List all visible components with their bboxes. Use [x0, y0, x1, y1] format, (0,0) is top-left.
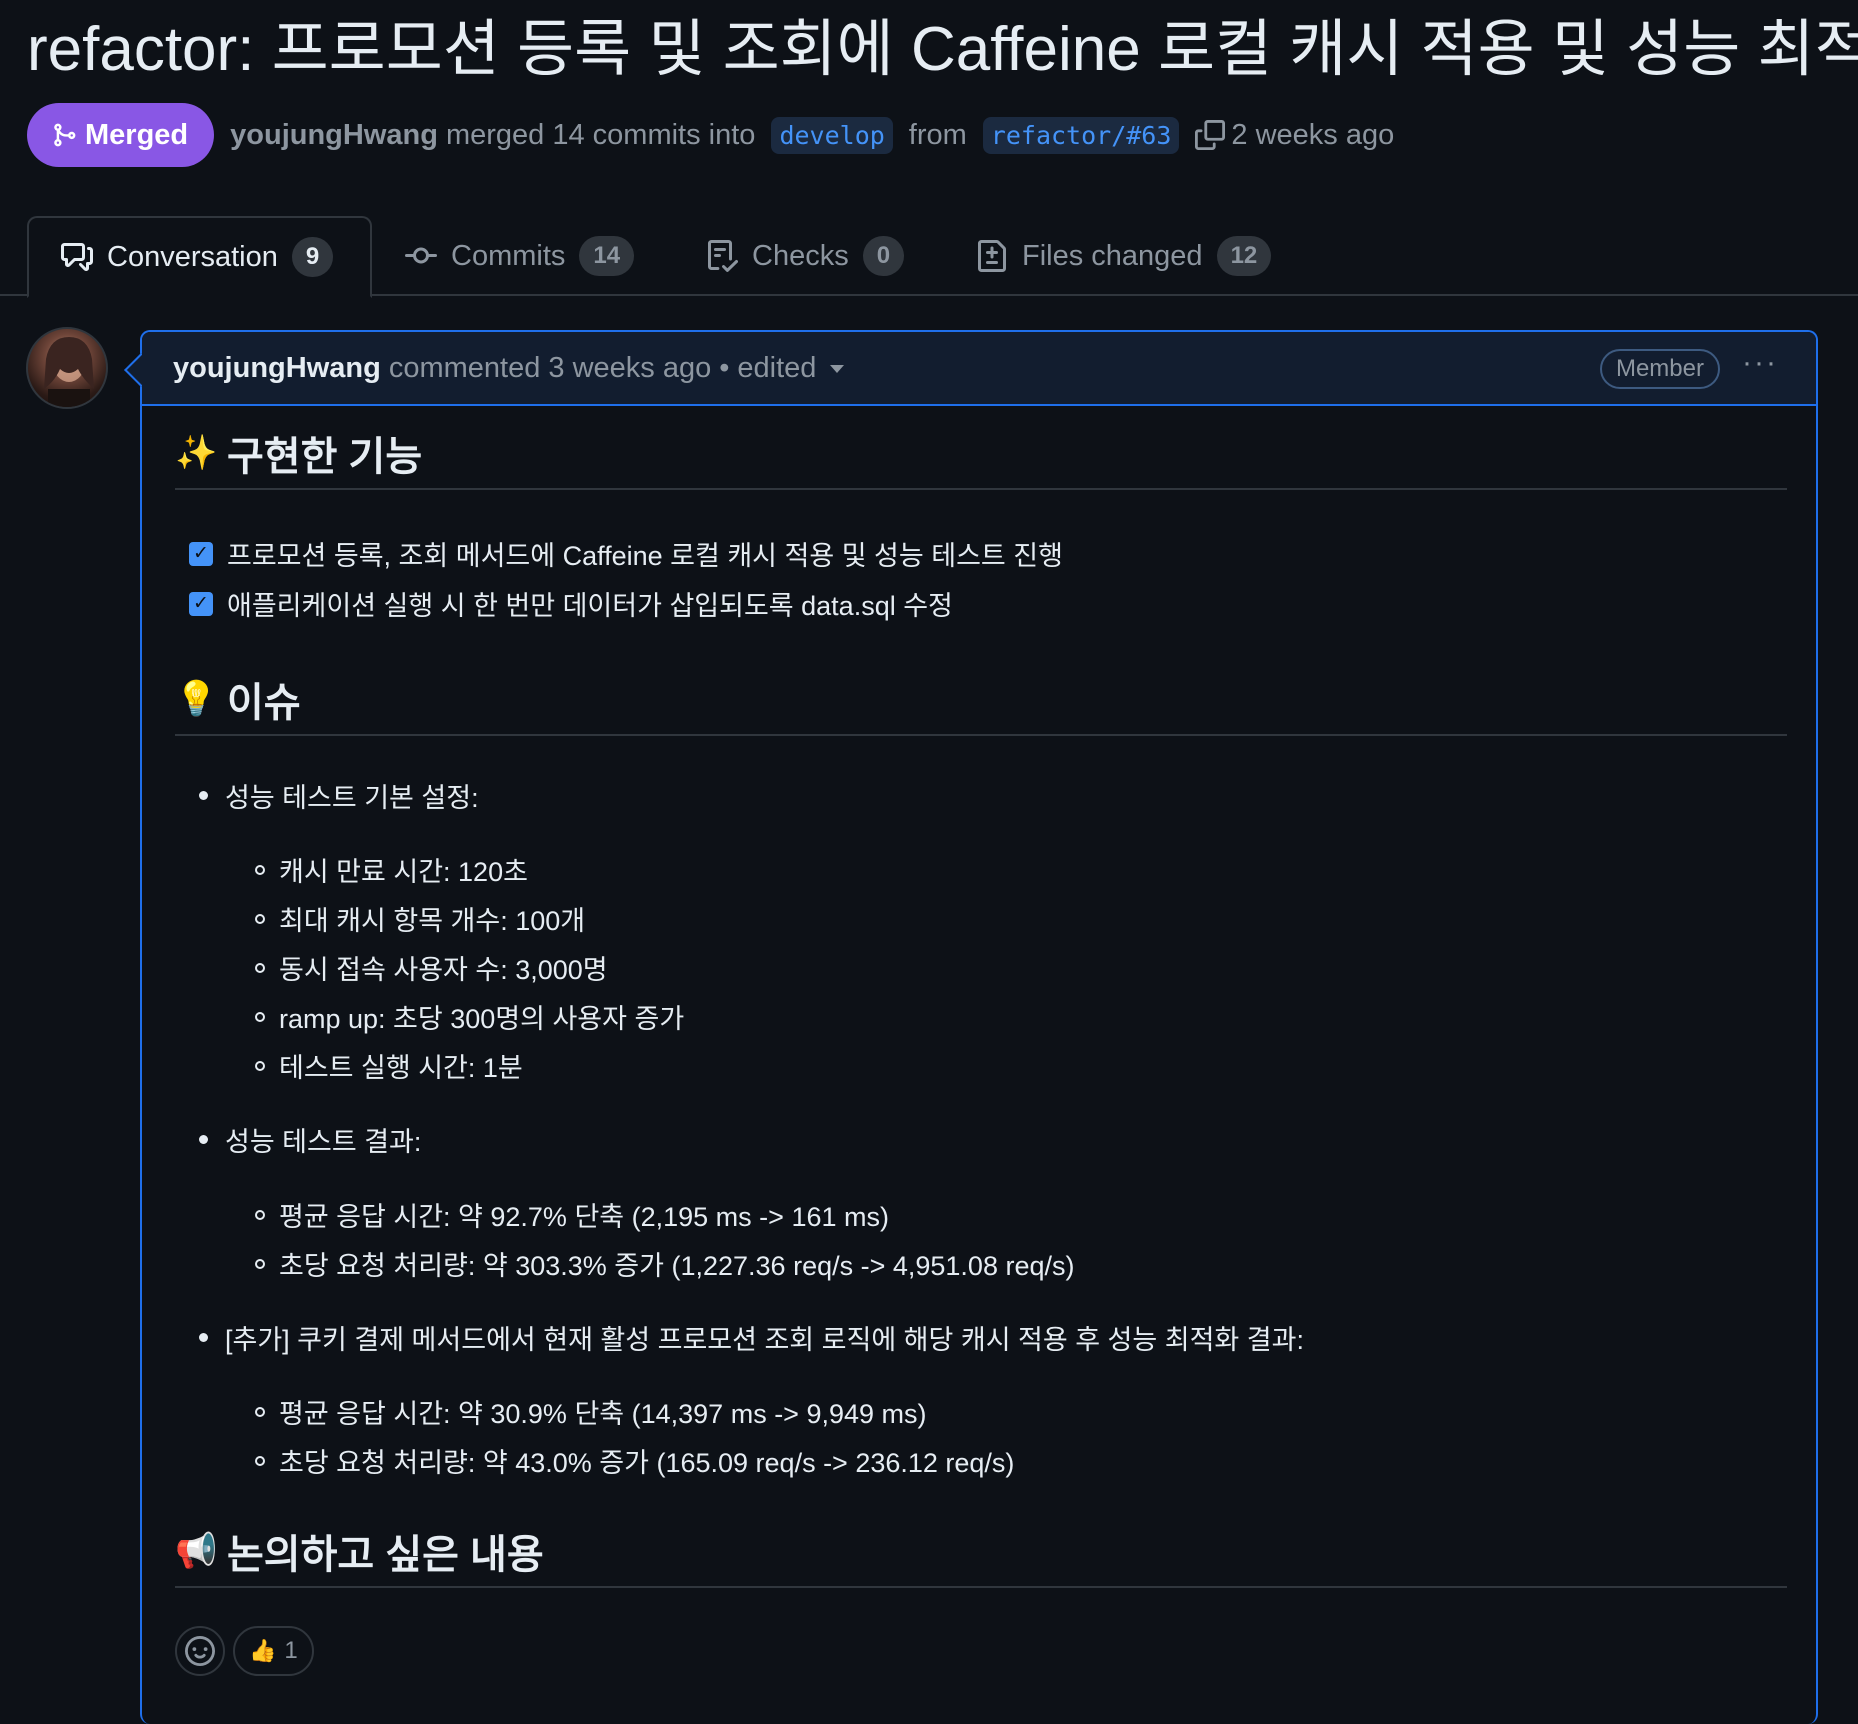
pr-title: refactor: 프로모션 등록 및 조회에 Caffeine 로컬 캐시 적… [27, 15, 1858, 84]
task-text: 애플리케이션 실행 시 한 번만 데이터가 삽입되도록 data.sql 수정 [227, 591, 953, 621]
tab-conversation-count: 9 [291, 237, 334, 277]
bullet [255, 864, 265, 875]
caret-down-icon [830, 364, 845, 373]
task-item: ✓ 애플리케이션 실행 시 한 번만 데이터가 삽입되도록 data.sql 수… [189, 584, 953, 623]
heading-implemented: ✨ 구현한 기능 [175, 418, 1787, 490]
sub-list-item-text: 평균 응답 시간: 약 92.7% 단축 (2,195 ms -> 161 ms… [279, 1202, 889, 1232]
sub-list-item: 평균 응답 시간: 약 92.7% 단축 (2,195 ms -> 161 ms… [255, 1195, 889, 1234]
sub-list-item-text: 평균 응답 시간: 약 30.9% 단축 (14,397 ms -> 9,949… [279, 1399, 927, 1429]
member-badge: Member [1599, 349, 1720, 389]
tab-commits-count: 14 [579, 236, 635, 276]
heading-implemented-text: 구현한 기능 [227, 435, 423, 479]
thumbs-up-count: 1 [284, 1637, 298, 1664]
reactions-bar: 👍 1 [175, 1626, 314, 1676]
comment-author-link[interactable]: youjungHwang [173, 352, 381, 385]
thumbs-up-icon: 👍 [249, 1638, 277, 1663]
list-item: 성능 테스트 기본 설정: [199, 776, 479, 815]
list-item-text: 성능 테스트 기본 설정: [225, 783, 479, 813]
comment-discussion-icon [61, 243, 93, 271]
bullet [255, 1406, 265, 1417]
sub-list-item: 캐시 만료 시간: 120초 [255, 850, 528, 889]
checkbox-checked[interactable]: ✓ [189, 541, 213, 566]
pr-meta: Merged youjungHwang merged 14 commits in… [27, 103, 1394, 167]
bullet [255, 1011, 265, 1022]
sub-list-item: 초당 요청 처리량: 약 43.0% 증가 (165.09 req/s -> 2… [255, 1441, 1014, 1480]
heading-issues-text: 이슈 [227, 681, 301, 725]
tab-conversation-label: Conversation [107, 240, 278, 273]
edited-dropdown[interactable]: edited [737, 351, 845, 385]
checkbox-checked[interactable]: ✓ [189, 591, 213, 616]
git-commit-icon [405, 247, 437, 264]
bullet [255, 1455, 265, 1466]
checklist-icon [708, 240, 738, 272]
pr-author-link[interactable]: youjungHwang [230, 119, 438, 152]
separator-dot: • [719, 351, 730, 384]
tab-files-changed[interactable]: Files changed 12 [976, 216, 1272, 296]
megaphone-icon: 📢 [175, 1532, 218, 1570]
base-branch[interactable]: develop [771, 116, 893, 154]
bullet [199, 791, 208, 800]
sub-list-item-text: 최대 캐시 항목 개수: 100개 [279, 906, 586, 936]
sub-list-item-text: 초당 요청 처리량: 약 303.3% 증가 (1,227.36 req/s -… [279, 1251, 1075, 1281]
sub-list-item-text: 테스트 실행 시간: 1분 [279, 1053, 523, 1083]
merged-label: Merged [85, 118, 189, 151]
list-item: [추가] 쿠키 결제 메서드에서 현재 활성 프로모션 조회 로직에 해당 캐시… [199, 1318, 1304, 1357]
bullet [199, 1135, 208, 1144]
head-branch[interactable]: refactor/#63 [982, 116, 1180, 154]
comment-header: youjungHwang commented 3 weeks ago • edi… [142, 332, 1816, 406]
task-item: ✓ 프로모션 등록, 조회 메서드에 Caffeine 로컬 캐시 적용 및 성… [189, 534, 1063, 573]
from-text: from [908, 118, 967, 151]
avatar[interactable] [26, 327, 108, 409]
light-bulb-icon: 💡 [175, 680, 218, 718]
tab-files-changed-label: Files changed [1022, 239, 1203, 272]
merge-time: 2 weeks ago [1231, 118, 1395, 151]
add-reaction-button[interactable] [175, 1626, 225, 1676]
sub-list-item-text: 초당 요청 처리량: 약 43.0% 증가 (165.09 req/s -> 2… [279, 1448, 1015, 1478]
list-item-text: 성능 테스트 결과: [225, 1127, 422, 1157]
file-diff-icon [978, 240, 1006, 272]
task-text: 프로모션 등록, 조회 메서드에 Caffeine 로컬 캐시 적용 및 성능 … [227, 541, 1063, 571]
comment-action[interactable]: commented 3 weeks ago [389, 352, 711, 385]
tab-conversation[interactable]: Conversation 9 [27, 216, 372, 298]
list-item: 성능 테스트 결과: [199, 1120, 421, 1159]
thumbs-up-reaction-button[interactable]: 👍 1 [233, 1626, 314, 1676]
bullet [255, 1060, 265, 1071]
heading-discussion: 📢 논의하고 싶은 내용 [175, 1516, 1787, 1588]
bullet [255, 1258, 265, 1269]
tab-commits[interactable]: Commits 14 [405, 216, 635, 296]
sub-list-item: ramp up: 초당 300명의 사용자 증가 [255, 997, 684, 1036]
heading-issues: 💡 이슈 [175, 664, 1787, 736]
copy-icon[interactable] [1195, 120, 1226, 150]
git-merge-icon [54, 123, 76, 147]
tab-checks-count: 0 [862, 236, 905, 276]
tab-commits-label: Commits [451, 239, 566, 272]
sub-list-item: 동시 접속 사용자 수: 3,000명 [255, 948, 608, 987]
bullet [255, 913, 265, 924]
tab-checks-label: Checks [752, 239, 849, 272]
edited-label: edited [737, 351, 817, 384]
heading-discussion-text: 논의하고 싶은 내용 [227, 1533, 544, 1577]
smiley-icon [185, 1636, 215, 1666]
sparkles-icon: ✨ [175, 434, 218, 472]
merged-status-badge: Merged [27, 103, 215, 167]
comment-card: youjungHwang commented 3 weeks ago • edi… [140, 330, 1818, 1724]
merge-text: merged 14 commits into [445, 118, 756, 151]
bullet [199, 1333, 208, 1342]
sub-list-item: 테스트 실행 시간: 1분 [255, 1046, 523, 1085]
tab-checks[interactable]: Checks 0 [706, 216, 905, 296]
tab-files-changed-count: 12 [1216, 236, 1272, 276]
bullet [255, 962, 265, 973]
bullet [255, 1209, 265, 1220]
sub-list-item-text: 동시 접속 사용자 수: 3,000명 [279, 955, 608, 985]
sub-list-item: 최대 캐시 항목 개수: 100개 [255, 899, 585, 938]
sub-list-item: 평균 응답 시간: 약 30.9% 단축 (14,397 ms -> 9,949… [255, 1392, 927, 1431]
sub-list-item-text: ramp up: 초당 300명의 사용자 증가 [279, 1004, 685, 1034]
pr-tabs: Conversation 9 Commits 14 Checks 0 Files… [0, 216, 1858, 298]
kebab-horizontal-icon[interactable]: ··· [1742, 346, 1778, 380]
sub-list-item-text: 캐시 만료 시간: 120초 [279, 857, 528, 887]
sub-list-item: 초당 요청 처리량: 약 303.3% 증가 (1,227.36 req/s -… [255, 1244, 1074, 1283]
list-item-text: [추가] 쿠키 결제 메서드에서 현재 활성 프로모션 조회 로직에 해당 캐시… [225, 1325, 1304, 1355]
